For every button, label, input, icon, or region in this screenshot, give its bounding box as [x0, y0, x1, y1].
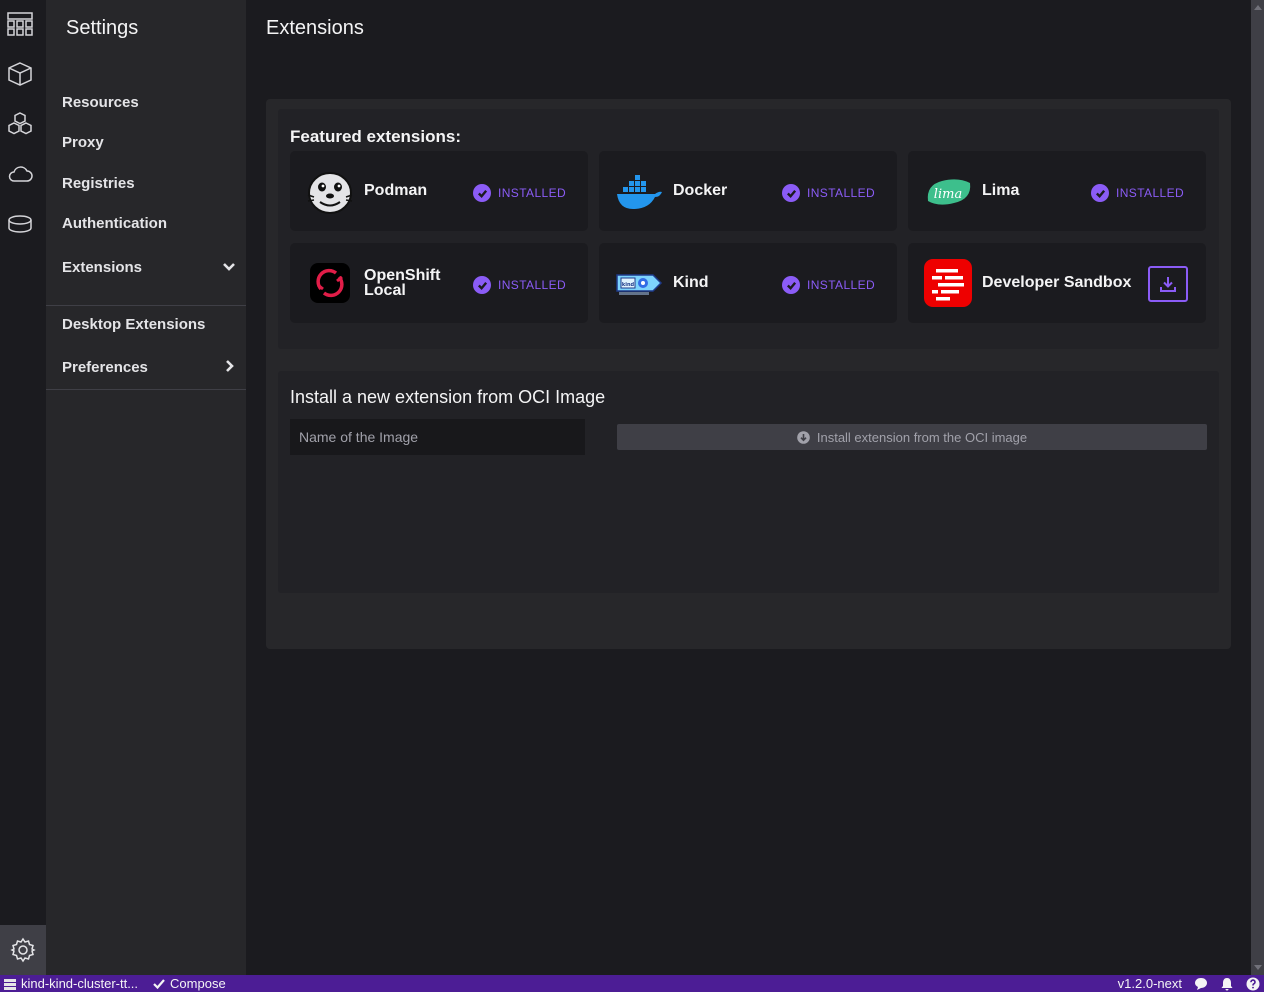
extension-name-line1: OpenShift	[364, 267, 441, 284]
oci-section-title: Install a new extension from OCI Image	[290, 387, 606, 407]
check-circle-icon	[782, 184, 800, 202]
lima-logo: lima	[924, 167, 972, 215]
status-text: INSTALLED	[498, 278, 567, 292]
extension-card-developer-sandbox[interactable]: Developer Sandbox	[908, 243, 1206, 323]
extension-name: Podman	[364, 182, 428, 199]
status-bar-left: kind-kind-cluster-tt... Compose	[4, 976, 226, 991]
scroll-down-arrow-icon[interactable]	[1254, 965, 1262, 970]
kind-logo-text: kind	[622, 282, 635, 288]
installed-status: INSTALLED	[782, 184, 875, 202]
nav-divider	[46, 389, 246, 390]
nav-item-proxy[interactable]: Proxy	[62, 134, 104, 151]
cluster-stack-icon	[4, 978, 16, 990]
bell-icon[interactable]	[1220, 977, 1234, 991]
dashboard-icon[interactable]	[6, 10, 34, 38]
download-circle-icon	[797, 430, 810, 444]
check-circle-icon	[782, 276, 800, 294]
podman-seal-logo	[306, 167, 354, 215]
nav-item-authentication[interactable]: Authentication	[62, 215, 167, 232]
nav-item-registries[interactable]: Registries	[62, 175, 135, 192]
extension-name: OpenShift Local	[364, 267, 441, 299]
check-circle-icon	[473, 184, 491, 202]
chevron-right-icon[interactable]	[222, 359, 236, 373]
status-bar-right: v1.2.0-next	[1118, 976, 1260, 991]
extension-card-lima[interactable]: lima Lima INSTALLED	[908, 151, 1206, 231]
install-oci-button[interactable]: Install extension from the OCI image	[617, 424, 1207, 450]
installed-status: INSTALLED	[473, 184, 566, 202]
installed-status: INSTALLED	[473, 276, 566, 294]
status-text: INSTALLED	[807, 186, 876, 200]
scroll-up-arrow-icon[interactable]	[1254, 5, 1262, 10]
icon-rail	[0, 0, 46, 975]
install-oci-button-label: Install extension from the OCI image	[816, 429, 1028, 445]
check-circle-icon	[1091, 184, 1109, 202]
status-text: INSTALLED	[498, 186, 567, 200]
volume-disk-icon[interactable]	[6, 210, 34, 238]
download-icon	[1160, 277, 1176, 292]
vertical-scrollbar[interactable]	[1251, 0, 1264, 975]
featured-title: Featured extensions:	[290, 127, 461, 146]
featured-extensions-section: Featured extensions: Podman INSTALLED Do…	[278, 109, 1219, 349]
page-title: Extensions	[266, 17, 364, 39]
chat-bubble-icon[interactable]	[1194, 977, 1208, 991]
nav-item-extensions[interactable]: Extensions	[62, 259, 142, 276]
settings-nav: Settings Resources Proxy Registries Auth…	[46, 0, 246, 975]
extension-card-kind[interactable]: kind Kind INSTALLED	[599, 243, 897, 323]
lima-logo-text: lima	[934, 187, 962, 202]
oci-install-section: Install a new extension from OCI Image I…	[278, 371, 1219, 593]
gear-icon	[10, 937, 36, 963]
extension-card-podman[interactable]: Podman INSTALLED	[290, 151, 588, 231]
app-version: v1.2.0-next	[1117, 976, 1182, 991]
nav-divider	[46, 305, 246, 306]
settings-button[interactable]	[0, 925, 46, 975]
help-icon[interactable]	[1246, 977, 1260, 991]
cloud-icon[interactable]	[6, 160, 34, 188]
status-bar: kind-kind-cluster-tt... Compose v1.2.0-n…	[0, 975, 1264, 992]
openshift-logo	[306, 259, 354, 307]
developer-sandbox-logo	[924, 259, 972, 307]
pods-cubes-icon[interactable]	[6, 110, 34, 138]
status-text: INSTALLED	[1116, 186, 1185, 200]
extension-name-line2: Local	[364, 282, 406, 299]
checkmark-icon	[153, 978, 165, 989]
extensions-panel: Featured extensions: Podman INSTALLED Do…	[266, 99, 1231, 649]
compose-status[interactable]: Compose	[170, 976, 226, 991]
install-download-button[interactable]	[1148, 266, 1188, 302]
installed-status: INSTALLED	[782, 276, 875, 294]
extension-card-openshift-local[interactable]: OpenShift Local INSTALLED	[290, 243, 588, 323]
oci-image-input[interactable]	[290, 419, 585, 455]
docker-whale-logo	[615, 167, 663, 215]
nav-item-resources[interactable]: Resources	[62, 94, 139, 111]
check-circle-icon	[473, 276, 491, 294]
kind-logo: kind	[615, 259, 663, 307]
nav-title: Settings	[66, 17, 139, 39]
nav-item-desktop-extensions[interactable]: Desktop Extensions	[62, 316, 205, 333]
containers-cube-icon[interactable]	[6, 60, 34, 88]
installed-status: INSTALLED	[1091, 184, 1184, 202]
nav-item-preferences[interactable]: Preferences	[62, 359, 148, 376]
chevron-down-icon[interactable]	[222, 260, 236, 274]
extension-name: Kind	[673, 274, 709, 291]
status-text: INSTALLED	[807, 278, 876, 292]
extension-name: Lima	[982, 182, 1020, 199]
extension-name: Docker	[673, 182, 728, 199]
extension-name: Developer Sandbox	[982, 274, 1132, 291]
extension-card-docker[interactable]: Docker INSTALLED	[599, 151, 897, 231]
kubernetes-context[interactable]: kind-kind-cluster-tt...	[21, 976, 138, 991]
main-content: Extensions Featured extensions: Podman I…	[246, 0, 1251, 975]
